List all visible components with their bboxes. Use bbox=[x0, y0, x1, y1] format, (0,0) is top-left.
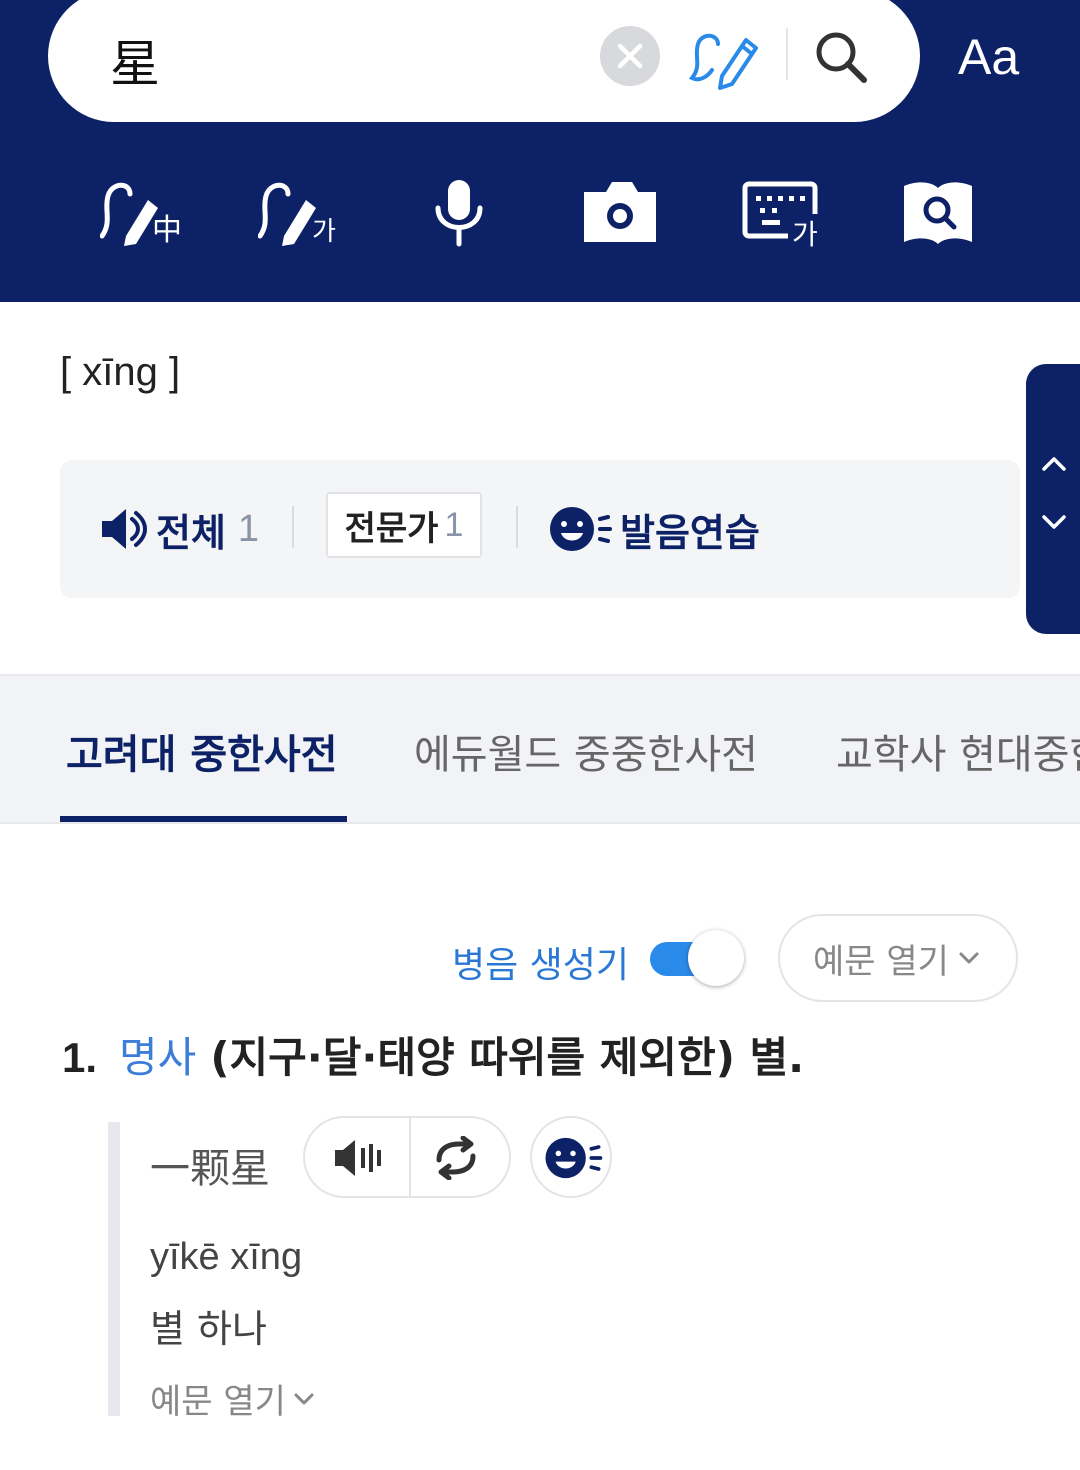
pronunciation-panel: 전체 1 전문가 1 발음연습 bbox=[60, 460, 1020, 598]
pinyin-generator-label: 병음 생성기 bbox=[452, 945, 630, 986]
search-divider bbox=[786, 28, 788, 80]
svg-text:中: 中 bbox=[152, 213, 182, 248]
pinyin-generator-toggle[interactable] bbox=[650, 930, 744, 988]
svg-text:가: 가 bbox=[312, 217, 336, 247]
search-button[interactable] bbox=[810, 26, 872, 88]
app-header: 星 Aa 中 가 가 bbox=[0, 0, 1080, 302]
divider bbox=[409, 1118, 411, 1196]
play-audio-icon[interactable] bbox=[333, 1138, 385, 1178]
close-icon bbox=[617, 43, 643, 69]
repeat-icon[interactable] bbox=[429, 1136, 483, 1180]
microphone-icon bbox=[435, 180, 483, 247]
handwriting-button[interactable] bbox=[688, 26, 764, 90]
example-meaning: 별 하나 bbox=[150, 1307, 267, 1351]
example-audio-controls bbox=[303, 1116, 511, 1198]
korean-handwriting-button[interactable]: 가 bbox=[258, 178, 342, 250]
search-icon bbox=[816, 32, 867, 83]
chevron-down-icon[interactable] bbox=[1038, 506, 1070, 538]
camera-icon bbox=[584, 182, 656, 242]
pronunciation-practice-button[interactable]: 발음연습 bbox=[548, 504, 760, 555]
clear-search-button[interactable] bbox=[600, 26, 660, 86]
korean-keyboard-button[interactable]: 가 bbox=[742, 178, 826, 250]
example-pinyin: yīkē xīng bbox=[150, 1236, 303, 1278]
example-accent-bar bbox=[108, 1122, 120, 1416]
search-input[interactable]: 星 bbox=[110, 24, 160, 96]
definition-number: 1. bbox=[62, 1034, 98, 1081]
search-bar[interactable]: 星 bbox=[48, 0, 920, 122]
keyboard-icon: 가 bbox=[742, 181, 826, 250]
expert-count: 1 bbox=[444, 505, 464, 544]
chevron-down-icon bbox=[294, 1393, 314, 1404]
handwriting-pen-icon bbox=[688, 33, 758, 90]
chevron-up-icon[interactable] bbox=[1038, 448, 1070, 480]
font-size-button[interactable]: Aa bbox=[958, 28, 1019, 86]
chinese-handwriting-button[interactable]: 中 bbox=[100, 178, 184, 250]
korean-handwriting-icon: 가 bbox=[258, 182, 336, 247]
chevron-down-icon bbox=[959, 952, 979, 964]
toggle-knob bbox=[688, 930, 744, 986]
expert-label: 전문가 bbox=[344, 508, 439, 549]
open-examples-label: 예문 열기 bbox=[813, 941, 949, 982]
book-search-icon bbox=[904, 182, 972, 244]
play-all-button[interactable]: 전체 1 bbox=[100, 504, 260, 555]
tab-korea-univ[interactable]: 고려대 중한사전 bbox=[66, 722, 338, 780]
scroll-control bbox=[1026, 364, 1080, 634]
speaker-icon bbox=[102, 509, 147, 549]
dictionary-search-button[interactable] bbox=[900, 178, 984, 250]
dictionary-tabs: 고려대 중한사전 에듀월드 중중한사전 교학사 현대중한 bbox=[0, 674, 1080, 824]
open-example-label: 예문 열기 bbox=[150, 1382, 286, 1422]
part-of-speech[interactable]: 명사 bbox=[119, 1024, 196, 1085]
image-search-button[interactable] bbox=[580, 178, 664, 250]
definition-line: 1. 명사 (지구·달·태양 따위를 제외한) 별. bbox=[62, 1024, 804, 1085]
practice-label: 발음연습 bbox=[620, 510, 760, 555]
voice-search-button[interactable] bbox=[418, 178, 502, 250]
open-example-link[interactable]: 예문 열기 bbox=[150, 1374, 318, 1423]
divider bbox=[516, 506, 518, 548]
tab-eduworld[interactable]: 에듀월드 중중한사전 bbox=[414, 722, 758, 780]
play-all-count: 1 bbox=[237, 507, 260, 550]
speaking-face-icon bbox=[545, 1137, 603, 1179]
divider bbox=[292, 506, 294, 548]
open-examples-button[interactable]: 예문 열기 bbox=[778, 914, 1018, 1002]
expert-pronunciation-button[interactable]: 전문가 1 bbox=[326, 492, 482, 558]
example-practice-button[interactable] bbox=[530, 1116, 612, 1198]
speaking-face-icon bbox=[550, 507, 612, 551]
tab-kyohaksa[interactable]: 교학사 현대중한 bbox=[836, 722, 1080, 780]
definition-text: (지구·달·태양 따위를 제외한) 별. bbox=[210, 1033, 805, 1082]
example-word: 一颗星 bbox=[150, 1146, 270, 1192]
svg-text:가: 가 bbox=[792, 218, 818, 250]
active-tab-indicator bbox=[60, 816, 347, 822]
chinese-handwriting-icon: 中 bbox=[100, 182, 182, 248]
entry-pinyin: [ xīng ] bbox=[60, 350, 181, 394]
play-all-label: 전체 bbox=[156, 510, 226, 555]
